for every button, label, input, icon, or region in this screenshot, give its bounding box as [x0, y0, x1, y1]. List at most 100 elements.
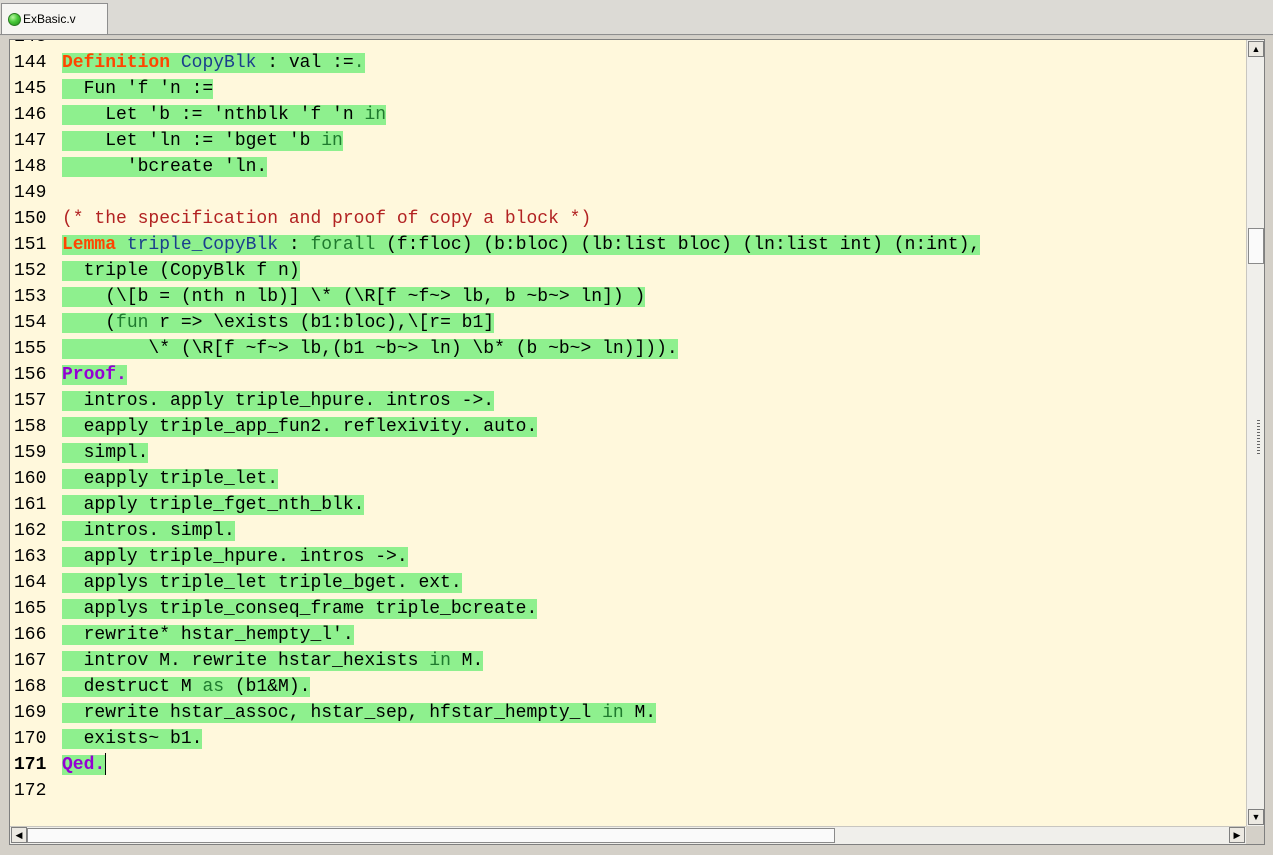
code-line[interactable]: 162 intros. simpl. — [10, 518, 1246, 544]
line-number: 161 — [14, 495, 47, 515]
code-line[interactable]: 171 Qed. — [10, 752, 1246, 778]
code-token: in — [364, 105, 387, 125]
code-token: Let 'ln := 'bget 'b — [62, 131, 322, 151]
code-token: as — [202, 677, 225, 697]
line-number: 148 — [14, 157, 47, 177]
code-line[interactable]: 144 Definition CopyBlk : val :=. — [10, 50, 1246, 76]
code-text: \* (\R[f ~f~> lb,(b1 ~b~> ln) \b* (b ~b~… — [62, 336, 678, 362]
code-token: intros. simpl. — [62, 521, 235, 541]
code-line[interactable]: 154 (fun r => \exists (b1:bloc),\[r= b1] — [10, 310, 1246, 336]
code-token: 'bcreate 'ln. — [62, 157, 268, 177]
code-line[interactable]: 151 Lemma triple_CopyBlk : forall (f:floc… — [10, 232, 1246, 258]
line-number: 149 — [14, 183, 47, 203]
code-text: Qed. — [62, 752, 107, 778]
code-token: triple (CopyBlk f n) — [62, 261, 300, 281]
code-line[interactable]: 172 — [10, 778, 1246, 804]
scrollbar-corner — [1246, 826, 1264, 844]
code-line[interactable]: 160 eapply triple_let. — [10, 466, 1246, 492]
line-number: 156 — [14, 365, 47, 385]
code-text: Definition CopyBlk : val :=. — [62, 50, 365, 76]
code-line[interactable]: 167 introv M. rewrite hstar_hexists in M… — [10, 648, 1246, 674]
arrow-left-icon[interactable]: ◀ — [11, 827, 27, 843]
code-token: simpl. — [62, 443, 149, 463]
code-line[interactable]: 150 (* the specification and proof of cop… — [10, 206, 1246, 232]
code-line[interactable]: 156 Proof. — [10, 362, 1246, 388]
code-text: applys triple_let triple_bget. ext. — [62, 570, 462, 596]
code-editor[interactable]: 143 144 Definition CopyBlk : val :=.145 Fu… — [9, 39, 1265, 845]
line-number: 153 — [14, 287, 47, 307]
code-line[interactable]: 146 Let 'b := 'nthblk 'f 'n in — [10, 102, 1246, 128]
code-token: eapply triple_let. — [62, 469, 279, 489]
horizontal-scroll-thumb[interactable] — [27, 828, 835, 843]
code-line[interactable]: 164 applys triple_let triple_bget. ext. — [10, 570, 1246, 596]
line-number: 145 — [14, 79, 47, 99]
arrow-up-icon[interactable]: ▲ — [1248, 41, 1264, 57]
code-token: r => \exists (b1:bloc),\[r= b1] — [148, 313, 495, 333]
code-text: eapply triple_let. — [62, 466, 279, 492]
code-line[interactable]: 153 (\[b = (nth n lb)] \* (\R[f ~f~> lb,… — [10, 284, 1246, 310]
code-line[interactable]: 163 apply triple_hpure. intros ->. — [10, 544, 1246, 570]
code-text: (* the specification and proof of copy a… — [62, 206, 591, 232]
code-token: : val := — [256, 53, 354, 73]
line-number: 165 — [14, 599, 47, 619]
code-line[interactable]: 143 — [10, 40, 1246, 50]
arrow-down-icon[interactable]: ▼ — [1248, 809, 1264, 825]
code-text: intros. apply triple_hpure. intros ->. — [62, 388, 495, 414]
code-line[interactable]: 159 simpl. — [10, 440, 1246, 466]
code-token: (* the specification and proof of copy a… — [62, 209, 592, 229]
code-text: intros. simpl. — [62, 518, 235, 544]
code-token: in — [602, 703, 624, 723]
code-token: eapply triple_app_fun2. reflexivity. aut… — [62, 417, 538, 437]
code-line[interactable]: 169 rewrite hstar_assoc, hstar_sep, hfst… — [10, 700, 1246, 726]
code-text: eapply triple_app_fun2. reflexivity. aut… — [62, 414, 538, 440]
horizontal-scrollbar[interactable]: ◀ ▶ — [10, 826, 1246, 844]
code-text: triple (CopyBlk f n) — [62, 258, 300, 284]
line-number: 159 — [14, 443, 47, 463]
line-number: 166 — [14, 625, 47, 645]
code-line[interactable]: 145 Fun 'f 'n := — [10, 76, 1246, 102]
resize-grip-icon[interactable] — [1257, 420, 1260, 454]
code-text: (\[b = (nth n lb)] \* (\R[f ~f~> lb, b ~… — [62, 284, 646, 310]
code-line[interactable]: 170 exists~ b1. — [10, 726, 1246, 752]
code-text: Let 'b := 'nthblk 'f 'n in — [62, 102, 387, 128]
code-line[interactable]: 157 intros. apply triple_hpure. intros -… — [10, 388, 1246, 414]
code-text: Proof. — [62, 362, 127, 388]
vertical-scroll-thumb[interactable] — [1248, 228, 1264, 264]
code-area[interactable]: 143 144 Definition CopyBlk : val :=.145 Fu… — [10, 40, 1246, 826]
code-token: Definition — [62, 53, 171, 73]
line-number: 155 — [14, 339, 47, 359]
arrow-right-icon[interactable]: ▶ — [1229, 827, 1245, 843]
line-number: 163 — [14, 547, 47, 567]
code-token: \* (\R[f ~f~> lb,(b1 ~b~> ln) \b* (b ~b~… — [62, 339, 678, 359]
code-line[interactable]: 165 applys triple_conseq_frame triple_bc… — [10, 596, 1246, 622]
code-text: applys triple_conseq_frame triple_bcreat… — [62, 596, 538, 622]
line-number: 147 — [14, 131, 47, 151]
vertical-scrollbar[interactable]: ▲ ▼ — [1246, 40, 1264, 826]
line-number: 162 — [14, 521, 47, 541]
line-number: 146 — [14, 105, 47, 125]
line-number: 169 — [14, 703, 47, 723]
code-line[interactable]: 166 rewrite* hstar_hempty_l'. — [10, 622, 1246, 648]
code-text: exists~ b1. — [62, 726, 203, 752]
line-number: 154 — [14, 313, 47, 333]
code-text: 'bcreate 'ln. — [62, 154, 268, 180]
code-line[interactable]: 168 destruct M as (b1&M). — [10, 674, 1246, 700]
code-line[interactable]: 149 — [10, 180, 1246, 206]
code-line[interactable]: 158 eapply triple_app_fun2. reflexivity.… — [10, 414, 1246, 440]
code-line[interactable]: 147 Let 'ln := 'bget 'b in — [10, 128, 1246, 154]
code-line[interactable]: 161 apply triple_fget_nth_blk. — [10, 492, 1246, 518]
code-token: exists~ b1. — [62, 729, 203, 749]
code-token: M. — [450, 651, 484, 671]
tab-exbasic[interactable]: ExBasic.v — [1, 3, 108, 34]
code-token: Qed. — [62, 755, 106, 775]
code-token: Proof. — [62, 365, 127, 385]
code-line[interactable]: 152 triple (CopyBlk f n) — [10, 258, 1246, 284]
code-line[interactable]: 155 \* (\R[f ~f~> lb,(b1 ~b~> ln) \b* (b… — [10, 336, 1246, 362]
code-token: apply triple_hpure. intros ->. — [62, 547, 408, 567]
line-number: 144 — [14, 53, 47, 73]
line-number: 158 — [14, 417, 47, 437]
code-token: applys triple_let triple_bget. ext. — [62, 573, 462, 593]
code-line[interactable]: 148 'bcreate 'ln. — [10, 154, 1246, 180]
